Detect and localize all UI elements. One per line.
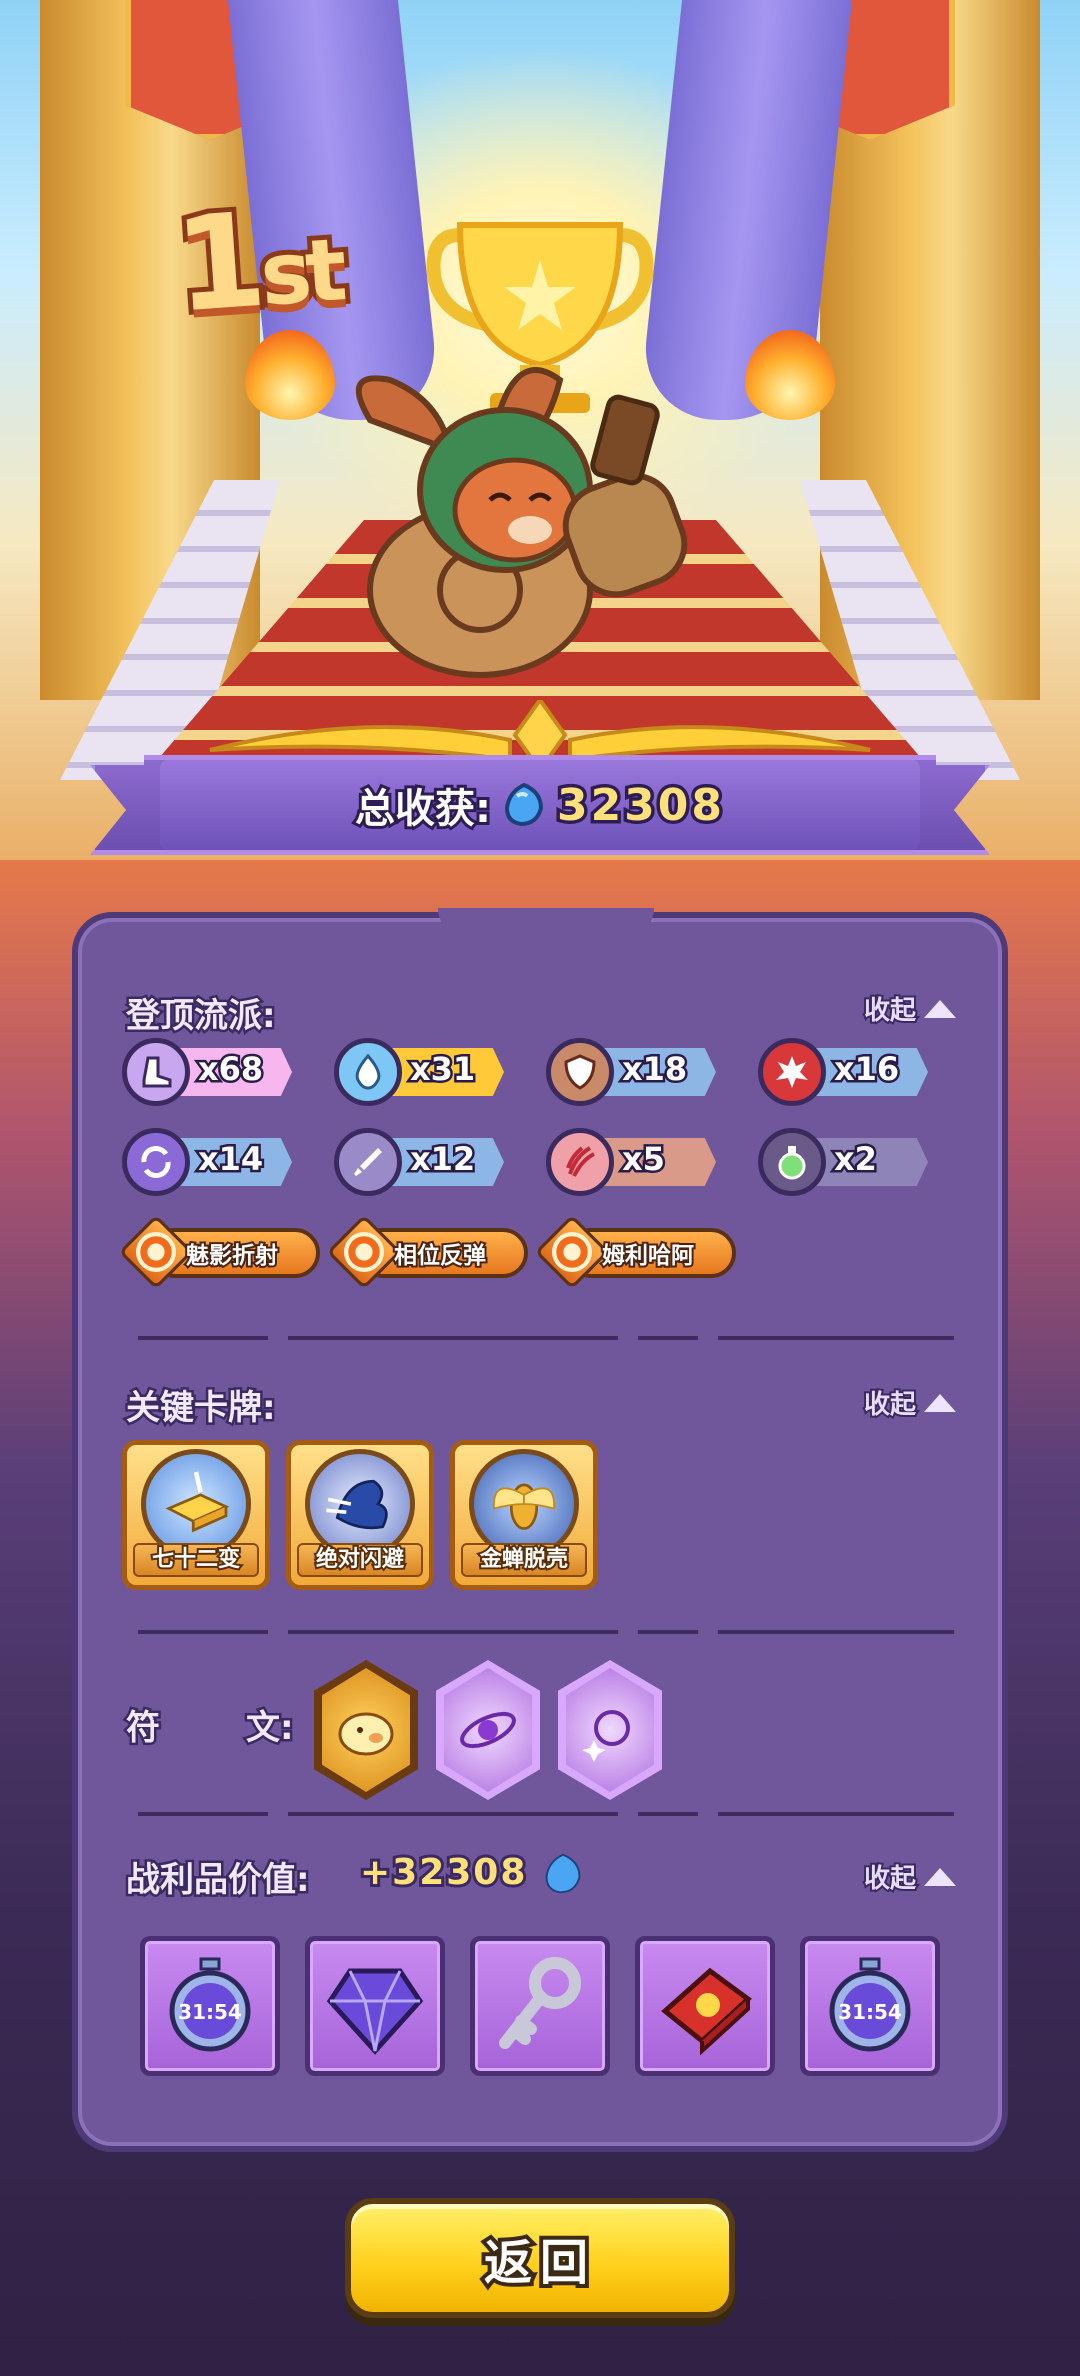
key-cards-section-title: 关键卡牌: (124, 1386, 279, 1431)
genre-label: 姆利哈阿 (600, 1241, 696, 1271)
blue-gem-icon (545, 1853, 581, 1894)
key-icon (499, 1957, 581, 2049)
builds-collapse-button[interactable]: 收起 (862, 990, 956, 1028)
rank-number: 1 (165, 179, 270, 347)
build-stat-water[interactable]: x31 (334, 1038, 512, 1106)
spiral-icon (136, 1232, 176, 1272)
red-book-icon (661, 1967, 752, 2056)
return-button[interactable]: 返回 (345, 2198, 735, 2318)
stopwatch-icon: 31:54 (829, 1957, 911, 2052)
build-stat-swirl[interactable]: x14 (122, 1128, 300, 1196)
boot-icon (122, 1038, 190, 1106)
card-name: 绝对闪避 (297, 1543, 423, 1577)
loot-item[interactable]: 31:54 (800, 1936, 940, 2076)
loot-value: +32308 (357, 1849, 528, 1896)
build-stat-sword[interactable]: x12 (334, 1128, 512, 1196)
stopwatch-icon: 31:54 (169, 1957, 251, 2052)
section-divider (138, 1812, 954, 1816)
section-divider (138, 1336, 954, 1340)
rune-slot[interactable] (558, 1660, 662, 1800)
build-stat-claw[interactable]: x5 (546, 1128, 724, 1196)
key-cards-collapse-button[interactable]: 收起 (862, 1384, 956, 1422)
rune-slot[interactable] (314, 1660, 418, 1800)
runes-label: 符 文: (124, 1700, 297, 1751)
results-panel: 登顶流派: 收起 x68 x31 x18 x16 x14 x12 x5 x2 魅… (72, 908, 1008, 2152)
build-stat-shield[interactable]: x18 (546, 1038, 724, 1106)
genre-label: 相位反弹 (392, 1241, 488, 1271)
total-harvest-value: 32308 (553, 776, 726, 834)
chevron-up-icon (924, 1393, 956, 1412)
loot-section-title: 战利品价值: (124, 1858, 313, 1903)
build-stat-boot[interactable]: x68 (122, 1038, 300, 1106)
genre-badge[interactable]: 魅影折射 (118, 1214, 322, 1290)
rank-suffix: st (252, 215, 349, 330)
golden-pig-icon (322, 1668, 410, 1792)
stat-count: x31 (407, 1048, 477, 1091)
spiral-icon (552, 1232, 592, 1272)
chevron-up-icon (924, 999, 956, 1018)
key-card[interactable]: 七十二变 (122, 1440, 270, 1590)
section-divider (138, 1630, 954, 1634)
stat-count: x2 (832, 1138, 880, 1181)
genre-badge[interactable]: 姆利哈阿 (534, 1214, 738, 1290)
return-button-label: 返回 (480, 2231, 596, 2295)
build-stat-explosion[interactable]: x16 (758, 1038, 936, 1106)
key-card[interactable]: 金蝉脱壳 (450, 1440, 598, 1590)
stat-count: x12 (407, 1138, 477, 1181)
chevron-up-icon (924, 1867, 956, 1886)
purple-gem-icon (326, 1968, 424, 2055)
stopwatch-timer: 31:54 (178, 2000, 242, 2024)
shield-icon (546, 1038, 614, 1106)
genre-badge[interactable]: 相位反弹 (326, 1214, 530, 1290)
build-stat-potion[interactable]: x2 (758, 1128, 936, 1196)
swirl-icon (122, 1128, 190, 1196)
total-harvest-row: 总收获: 32308 (160, 760, 920, 850)
runes-label-part1: 符 (124, 1706, 163, 1751)
water-drop-icon (334, 1038, 402, 1106)
spiral-icon (344, 1232, 384, 1272)
key-card[interactable]: 绝对闪避 (286, 1440, 434, 1590)
rank-badge: 1st (165, 179, 349, 347)
builds-section-title: 登顶流派: (124, 994, 279, 1039)
loot-item[interactable] (470, 1936, 610, 2076)
loot-collapse-button[interactable]: 收起 (862, 1858, 956, 1896)
collapse-label: 收起 (862, 994, 918, 1028)
sword-icon (334, 1128, 402, 1196)
genre-label: 魅影折射 (184, 1241, 280, 1271)
card-name: 七十二变 (133, 1543, 259, 1577)
runes-label-part2: 文: (244, 1706, 297, 1751)
claw-icon (546, 1128, 614, 1196)
total-harvest-label: 总收获: (352, 783, 494, 835)
collapse-label: 收起 (862, 1862, 918, 1896)
collapse-label: 收起 (862, 1388, 918, 1422)
stat-count: x14 (195, 1138, 265, 1181)
blue-gem-icon (504, 782, 543, 827)
panel-notch (438, 908, 654, 938)
loot-value-row: +32308 (357, 1849, 584, 1896)
card-name: 金蝉脱壳 (461, 1543, 587, 1577)
squirrel-character (355, 367, 688, 678)
stat-count: x16 (831, 1048, 901, 1091)
potion-icon (758, 1128, 826, 1196)
rune-slot[interactable] (436, 1660, 540, 1800)
loot-item[interactable] (305, 1936, 445, 2076)
stars-icon (566, 1668, 654, 1792)
loot-item[interactable] (635, 1936, 775, 2076)
loot-item[interactable]: 31:54 (140, 1936, 280, 2076)
explosion-icon (758, 1038, 826, 1106)
orbit-icon (444, 1668, 532, 1792)
stat-count: x18 (619, 1048, 689, 1091)
stat-count: x68 (195, 1048, 265, 1091)
total-harvest-banner: 总收获: 32308 (90, 700, 990, 870)
stopwatch-timer: 31:54 (838, 2000, 902, 2024)
stat-count: x5 (620, 1138, 668, 1181)
